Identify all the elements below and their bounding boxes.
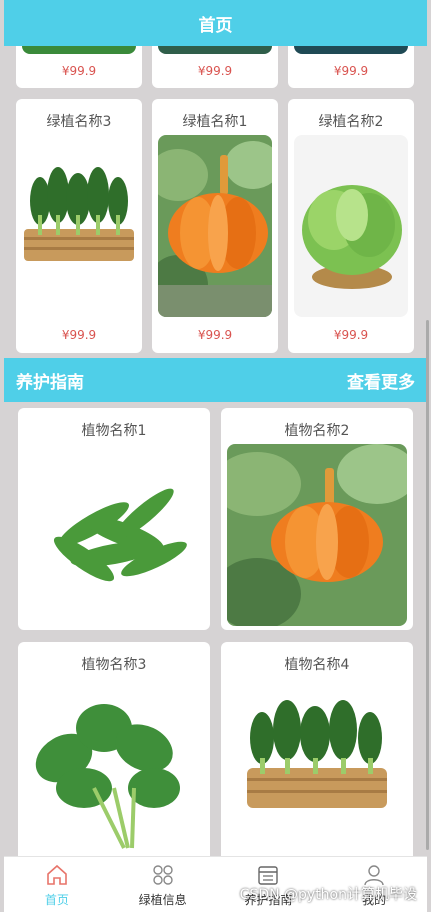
plant-card-top-3[interactable]: ¥99.9 <box>288 46 414 88</box>
plant-image <box>158 46 272 54</box>
page-header: 首页 <box>4 0 427 46</box>
page-title: 首页 <box>198 15 233 36</box>
plant-image <box>294 46 408 54</box>
scrollbar[interactable] <box>426 320 429 850</box>
care-image-bok-choy <box>227 678 407 856</box>
plant-image-pumpkin <box>158 135 272 317</box>
care-name: 植物名称4 <box>284 657 350 673</box>
plant-card[interactable]: 绿植名称1 ¥99.9 <box>152 99 278 353</box>
plant-name: 绿植名称3 <box>46 114 112 130</box>
plant-price: ¥99.9 <box>61 328 97 342</box>
plant-image-bok-choy <box>20 159 138 277</box>
plant-name: 绿植名称1 <box>182 114 248 130</box>
plant-card-top-1[interactable]: ¥99.9 <box>16 46 142 88</box>
tab-plant-info[interactable]: 绿植信息 <box>110 857 216 912</box>
care-name: 植物名称1 <box>81 423 147 439</box>
plant-price: ¥99.9 <box>197 328 233 342</box>
care-image-spinach <box>24 678 204 856</box>
care-card[interactable]: 植物名称3 <box>18 642 210 856</box>
plant-card[interactable]: 绿植名称3 ¥99.9 <box>16 99 142 353</box>
watermark: CSDN @python计算机毕设 <box>239 887 417 903</box>
plant-image <box>22 46 136 54</box>
plant-image-lettuce <box>294 135 408 317</box>
grid-icon <box>152 865 173 885</box>
tab-home[interactable]: 首页 <box>4 857 110 912</box>
care-image-pumpkin <box>227 444 407 626</box>
care-name: 植物名称3 <box>81 657 147 673</box>
plant-card-top-2[interactable]: ¥99.9 <box>152 46 278 88</box>
plant-price: ¥99.9 <box>333 328 369 342</box>
tab-label: 绿植信息 <box>138 893 187 907</box>
care-name: 植物名称2 <box>284 423 350 439</box>
tab-label: 首页 <box>44 893 69 907</box>
care-card[interactable]: 植物名称4 <box>221 642 413 856</box>
main-scroll[interactable]: ¥99.9 ¥99.9 ¥99.9 绿植名称3 ¥99.9 绿植名称1 ¥99.… <box>0 46 431 856</box>
care-section-header: 养护指南 查看更多 <box>4 358 427 402</box>
plant-name: 绿植名称2 <box>318 114 384 130</box>
plant-price: ¥99.9 <box>61 64 97 78</box>
home-icon <box>47 864 67 885</box>
plant-price: ¥99.9 <box>197 64 233 78</box>
care-image-snow-peas <box>24 444 204 624</box>
care-card[interactable]: 植物名称1 <box>18 408 210 630</box>
section-title: 养护指南 <box>16 372 84 393</box>
care-card[interactable]: 植物名称2 <box>221 408 413 630</box>
plant-card[interactable]: 绿植名称2 ¥99.9 <box>288 99 414 353</box>
plant-price: ¥99.9 <box>333 64 369 78</box>
view-more-link[interactable]: 查看更多 <box>347 368 415 393</box>
